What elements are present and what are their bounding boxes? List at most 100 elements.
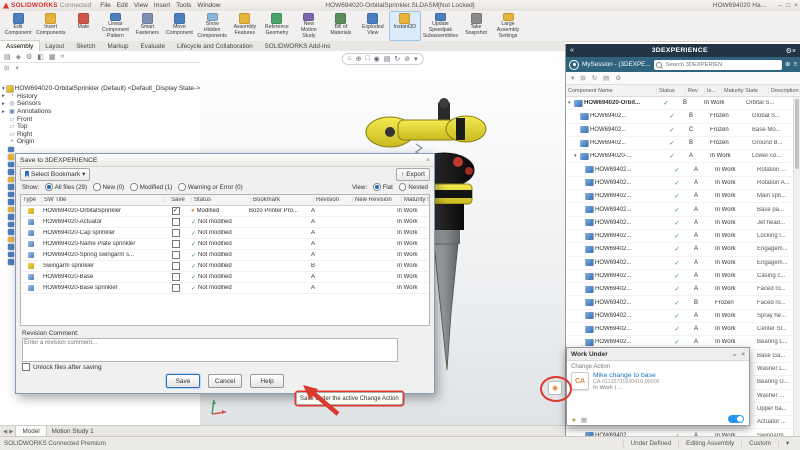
component-row[interactable]: HOW69402... A In Work Base pa... xyxy=(566,203,800,216)
save-checkbox[interactable] xyxy=(172,207,180,215)
save-table-row[interactable]: Swingarm sprinkler Not modified B In Wor… xyxy=(21,261,429,272)
table-column-header[interactable]: Description xyxy=(769,88,800,94)
menu-item[interactable]: Insert xyxy=(151,2,173,9)
component-row[interactable]: HOW69402... A In Work Casing c... xyxy=(566,270,800,283)
scrollbar[interactable] xyxy=(793,97,800,437)
session-toolbar-icon[interactable]: ▤ xyxy=(603,74,609,82)
filter-radio[interactable]: All files (29) xyxy=(45,183,87,191)
ribbon-button[interactable]: Move Component xyxy=(163,11,195,41)
menu-item[interactable]: Tools xyxy=(173,2,194,9)
command-tab[interactable]: Evaluate xyxy=(134,41,171,51)
save-table-row[interactable]: HOW694020-Name Plate sprinkler Not modif… xyxy=(21,239,429,250)
session-toolbar-icon[interactable]: ▾ xyxy=(571,74,574,82)
feature-tree-item[interactable]: ▱ Right xyxy=(0,131,200,139)
ribbon-button[interactable]: Take Snapshot xyxy=(460,11,492,41)
save-checkbox[interactable] xyxy=(172,273,180,281)
component-row[interactable]: HOW69402... C Frozen Base Mo... xyxy=(566,124,800,137)
3dx-search-input[interactable] xyxy=(664,61,780,69)
menu-item[interactable]: View xyxy=(131,2,151,9)
feature-tree-item[interactable]: ▸ ◔ History xyxy=(0,93,200,101)
component-row[interactable]: HOW69402... A In Work Rotation ... xyxy=(566,163,800,176)
tree-toolbar-icon[interactable]: ⊞ xyxy=(4,64,9,72)
feature-tree-item[interactable]: ▸ ◎ Sensors xyxy=(0,100,200,108)
feature-tree-item[interactable]: ▱ Front xyxy=(0,115,200,123)
component-row[interactable]: ▾ HOW694020-Orbit... B In Work Orbital S… xyxy=(566,97,800,110)
component-row[interactable]: ▾ HOW694020-... A In Work Lower co... xyxy=(566,150,800,163)
tab-nav-icon[interactable]: ◀ xyxy=(3,429,7,435)
component-row[interactable]: HOW69402... A In Work Locking l... xyxy=(566,230,800,243)
command-tab[interactable]: Markup xyxy=(101,41,134,51)
table-column-header[interactable]: Maturity State xyxy=(722,88,769,94)
save-table-row[interactable]: HOW694020-Base sprinkler Not modified A … xyxy=(21,283,429,294)
command-tab[interactable]: Layout xyxy=(39,41,70,51)
window-control-button[interactable]: □ xyxy=(786,2,790,9)
save-checkbox[interactable] xyxy=(172,229,180,237)
session-toolbar-icon[interactable]: ↻ xyxy=(592,74,597,82)
menu-item[interactable]: Window xyxy=(194,2,223,9)
ribbon-button[interactable]: Show Hidden Components xyxy=(195,11,228,41)
save-button[interactable]: Save xyxy=(166,374,200,388)
status-dropdown-caret[interactable]: ▾ xyxy=(778,440,796,447)
command-tab[interactable]: Assembly xyxy=(0,41,39,51)
unlock-files-option[interactable]: Unlock files after saving xyxy=(22,363,102,371)
feature-tree-root[interactable]: ▾ HOW694020-OrbitalSprinkler (Default) <… xyxy=(0,85,200,93)
save-column-header[interactable]: Maturity State xyxy=(402,197,429,203)
component-row[interactable]: HOW69402... A In Work Faced ro... xyxy=(566,283,800,296)
save-checkbox[interactable] xyxy=(172,251,180,259)
dialog-title-bar[interactable]: Save to 3DEXPERIENCE × xyxy=(16,154,434,167)
ribbon-button[interactable]: Mate xyxy=(67,11,99,41)
table-column-header[interactable]: Status xyxy=(657,88,686,94)
ribbon-button[interactable]: New Motion Study xyxy=(293,11,325,41)
collapse-panel-icon[interactable]: « xyxy=(570,47,574,54)
session-toolbar-icon[interactable]: ⊞ xyxy=(580,74,585,82)
save-table-row[interactable]: HOW694020-Cap sprinkler Not modified A I… xyxy=(21,228,429,239)
view-radio[interactable]: Nested xyxy=(399,183,428,191)
panel-tab-icon[interactable]: ◧ xyxy=(37,53,44,61)
session-icon[interactable]: ≡ xyxy=(793,61,797,68)
copy-icon[interactable]: ▦ xyxy=(581,416,587,424)
menu-item[interactable]: Edit xyxy=(114,2,131,9)
table-column-header[interactable]: Component Name xyxy=(566,88,657,94)
filter-radio[interactable]: New (0) xyxy=(93,183,124,191)
ribbon-button[interactable]: Reference Geometry xyxy=(261,11,293,41)
component-row[interactable]: HOW69402... A In Work Main spri... xyxy=(566,190,800,203)
expander-icon[interactable]: ▾ xyxy=(574,153,579,159)
export-button[interactable]: ↑ Export xyxy=(396,168,430,181)
panel-tab-icon[interactable]: « xyxy=(61,53,65,60)
ribbon-button[interactable]: Large Assembly Settings xyxy=(492,11,524,41)
work-under-toggle[interactable] xyxy=(728,415,744,423)
save-column-header[interactable]: Status xyxy=(192,197,251,203)
command-tab[interactable]: Sketch xyxy=(70,41,101,51)
window-control-button[interactable]: × xyxy=(794,2,798,9)
ribbon-button[interactable]: Instant3D xyxy=(389,11,421,41)
feature-tree-item[interactable]: ▸ ▣ Annotations xyxy=(0,108,200,116)
view-tool-icon[interactable]: □ xyxy=(365,55,369,63)
panel-tab-icon[interactable]: ▦ xyxy=(49,53,56,61)
ribbon-button[interactable]: Linear Component Pattern xyxy=(99,11,131,41)
save-checkbox[interactable] xyxy=(172,218,180,226)
table-column-header[interactable]: Rev xyxy=(686,88,705,94)
ribbon-button[interactable]: Edit Component xyxy=(2,11,34,41)
window-control-button[interactable]: – xyxy=(779,2,783,9)
panel-tab-icon[interactable]: ◈ xyxy=(16,53,21,61)
expander-icon[interactable]: ▾ xyxy=(568,100,573,106)
close-icon[interactable]: × xyxy=(426,157,430,164)
save-checkbox[interactable] xyxy=(172,262,180,270)
save-column-header[interactable]: Revision xyxy=(314,197,353,203)
component-row[interactable]: HOW69402... B Frozen Global S... xyxy=(566,110,800,123)
feature-tree-item[interactable]: ▱ Top xyxy=(0,123,200,131)
panel-tab-icon[interactable]: ▤ xyxy=(4,53,11,61)
view-radio[interactable]: Flat xyxy=(373,183,393,191)
save-table-row[interactable]: HOW694020-OrbitalSprinkler Modified Bozo… xyxy=(21,206,429,217)
view-tool-icon[interactable]: ⊕ xyxy=(356,55,362,63)
ribbon-button[interactable]: Smart Fasteners xyxy=(131,11,163,41)
save-table-row[interactable]: HOW694020-Actuator Not modified A In Wor… xyxy=(21,217,429,228)
cancel-button[interactable]: Cancel xyxy=(208,374,242,388)
favorite-icon[interactable]: ★ xyxy=(571,416,577,424)
view-tool-icon[interactable]: ▤ xyxy=(384,55,391,63)
close-icon[interactable]: × xyxy=(741,351,745,358)
tab-nav-icon[interactable]: ▶ xyxy=(9,429,13,435)
collapse-icon[interactable]: ⌄ xyxy=(732,350,737,358)
view-tool-icon[interactable]: ▾ xyxy=(414,55,418,63)
save-table-row[interactable]: HOW694020-Base Not modified A In Work xyxy=(21,272,429,283)
